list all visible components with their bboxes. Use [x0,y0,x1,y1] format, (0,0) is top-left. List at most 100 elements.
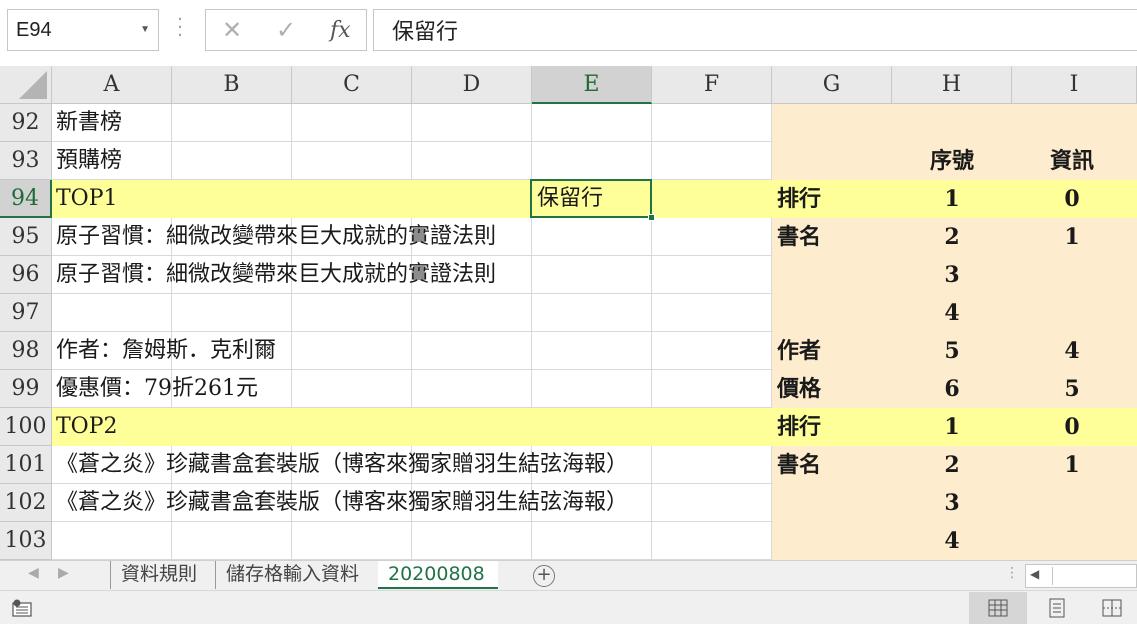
select-all-button[interactable] [0,66,52,104]
add-sheet-icon[interactable]: + [533,565,555,587]
scroll-left-icon[interactable]: ◀ [1030,567,1039,581]
cell-f97[interactable] [652,294,772,332]
cell-g97[interactable] [772,294,892,332]
column-header-c[interactable]: C [292,66,412,104]
cell-h92[interactable] [892,104,1012,142]
row-header-96[interactable]: 96 [0,256,52,294]
cell-f103[interactable] [652,522,772,560]
cell-f96[interactable] [652,256,772,294]
cell-d93[interactable] [412,142,532,180]
splitter-icon[interactable]: ⋮ [1005,565,1019,581]
cell-b97[interactable] [172,294,292,332]
cell-i97[interactable] [1012,294,1137,332]
row-header-102[interactable]: 102 [0,484,52,522]
cell-c97[interactable] [292,294,412,332]
scrollbar-thumb[interactable] [1052,567,1136,585]
cell-f94[interactable] [652,180,772,218]
cell-f102[interactable] [652,484,772,522]
row-header-92[interactable]: 92 [0,104,52,142]
cell-e100[interactable] [532,408,652,446]
cell-i102[interactable] [1012,484,1137,522]
cell-b103[interactable] [172,522,292,560]
column-header-b[interactable]: B [172,66,292,104]
insert-function-icon[interactable]: fx [330,18,351,43]
cell-f99[interactable] [652,370,772,408]
column-header-g[interactable]: G [772,66,892,104]
cell-d103[interactable] [412,522,532,560]
cell-c92[interactable] [292,104,412,142]
cell-b93[interactable] [172,142,292,180]
sheet-tab-input-data[interactable]: 儲存格輸入資料 [215,561,369,589]
page-break-preview-icon[interactable] [1087,592,1137,624]
row-header-100[interactable]: 100 [0,408,52,446]
cell-d100[interactable] [412,408,532,446]
scroll-tabs-right-icon[interactable]: ▶ [58,565,69,581]
cell-e98[interactable] [532,332,652,370]
scroll-tabs-left-icon[interactable]: ◀ [28,565,39,581]
name-box[interactable]: E94 ▼ [7,9,159,51]
cell-e92[interactable] [532,104,652,142]
cell-d94[interactable] [412,180,532,218]
cell-g92[interactable] [772,104,892,142]
cell-i92[interactable] [1012,104,1137,142]
cell-d97[interactable] [412,294,532,332]
cell-a103[interactable] [52,522,172,560]
column-header-i[interactable]: I [1012,66,1137,104]
cell-g93[interactable] [772,142,892,180]
cell-c98[interactable] [292,332,412,370]
row-header-99[interactable]: 99 [0,370,52,408]
cell-a97[interactable] [52,294,172,332]
horizontal-scrollbar[interactable]: ◀ [1025,564,1137,588]
row-header-98[interactable]: 98 [0,332,52,370]
cell-e95[interactable] [532,218,652,256]
cell-i103[interactable] [1012,522,1137,560]
cell-e93[interactable] [532,142,652,180]
row-header-103[interactable]: 103 [0,522,52,560]
column-header-d[interactable]: D [412,66,532,104]
cell-d92[interactable] [412,104,532,142]
cell-d98[interactable] [412,332,532,370]
cell-e99[interactable] [532,370,652,408]
column-header-f[interactable]: F [652,66,772,104]
record-macro-icon[interactable] [12,599,32,617]
cell-e97[interactable] [532,294,652,332]
chevron-down-icon[interactable]: ▼ [140,24,150,35]
cell-g103[interactable] [772,522,892,560]
cell-f95[interactable] [652,218,772,256]
column-header-a[interactable]: A [52,66,172,104]
row-header-94[interactable]: 94 [0,180,52,218]
cell-i96[interactable] [1012,256,1137,294]
cell-e96[interactable] [532,256,652,294]
cell-c100[interactable] [292,408,412,446]
cell-e103[interactable] [532,522,652,560]
cell-c94[interactable] [292,180,412,218]
cell-c93[interactable] [292,142,412,180]
row-header-93[interactable]: 93 [0,142,52,180]
cell-f92[interactable] [652,104,772,142]
check-icon[interactable]: ✓ [276,16,296,44]
cell-c103[interactable] [292,522,412,560]
sheet-tab-rules[interactable]: 資料規則 [110,561,207,589]
normal-view-icon[interactable] [969,592,1027,624]
cell-f101[interactable] [652,446,772,484]
column-header-e[interactable]: E [532,66,652,104]
sheet-tab-20200808[interactable]: 20200808 [378,561,498,589]
cell-f100[interactable] [652,408,772,446]
formula-input[interactable]: 保留行 [373,9,1137,51]
cell-f93[interactable] [652,142,772,180]
cell-f98[interactable] [652,332,772,370]
row-header-95[interactable]: 95 [0,218,52,256]
row-header-97[interactable]: 97 [0,294,52,332]
cell-b94[interactable] [172,180,292,218]
cell-g96[interactable] [772,256,892,294]
cell-g102[interactable] [772,484,892,522]
column-header-h[interactable]: H [892,66,1012,104]
cell-b100[interactable] [172,408,292,446]
spreadsheet-grid[interactable]: ABCDEFGHI 92 新書榜 93 預購榜 序號 資訊 94 TOP1 保留行 排行 1 0 95 原… [0,66,1137,560]
row-header-101[interactable]: 101 [0,446,52,484]
page-layout-icon[interactable] [1028,592,1086,624]
cell-b92[interactable] [172,104,292,142]
cell-c99[interactable] [292,370,412,408]
close-icon[interactable]: ✕ [222,16,242,44]
cell-d99[interactable] [412,370,532,408]
